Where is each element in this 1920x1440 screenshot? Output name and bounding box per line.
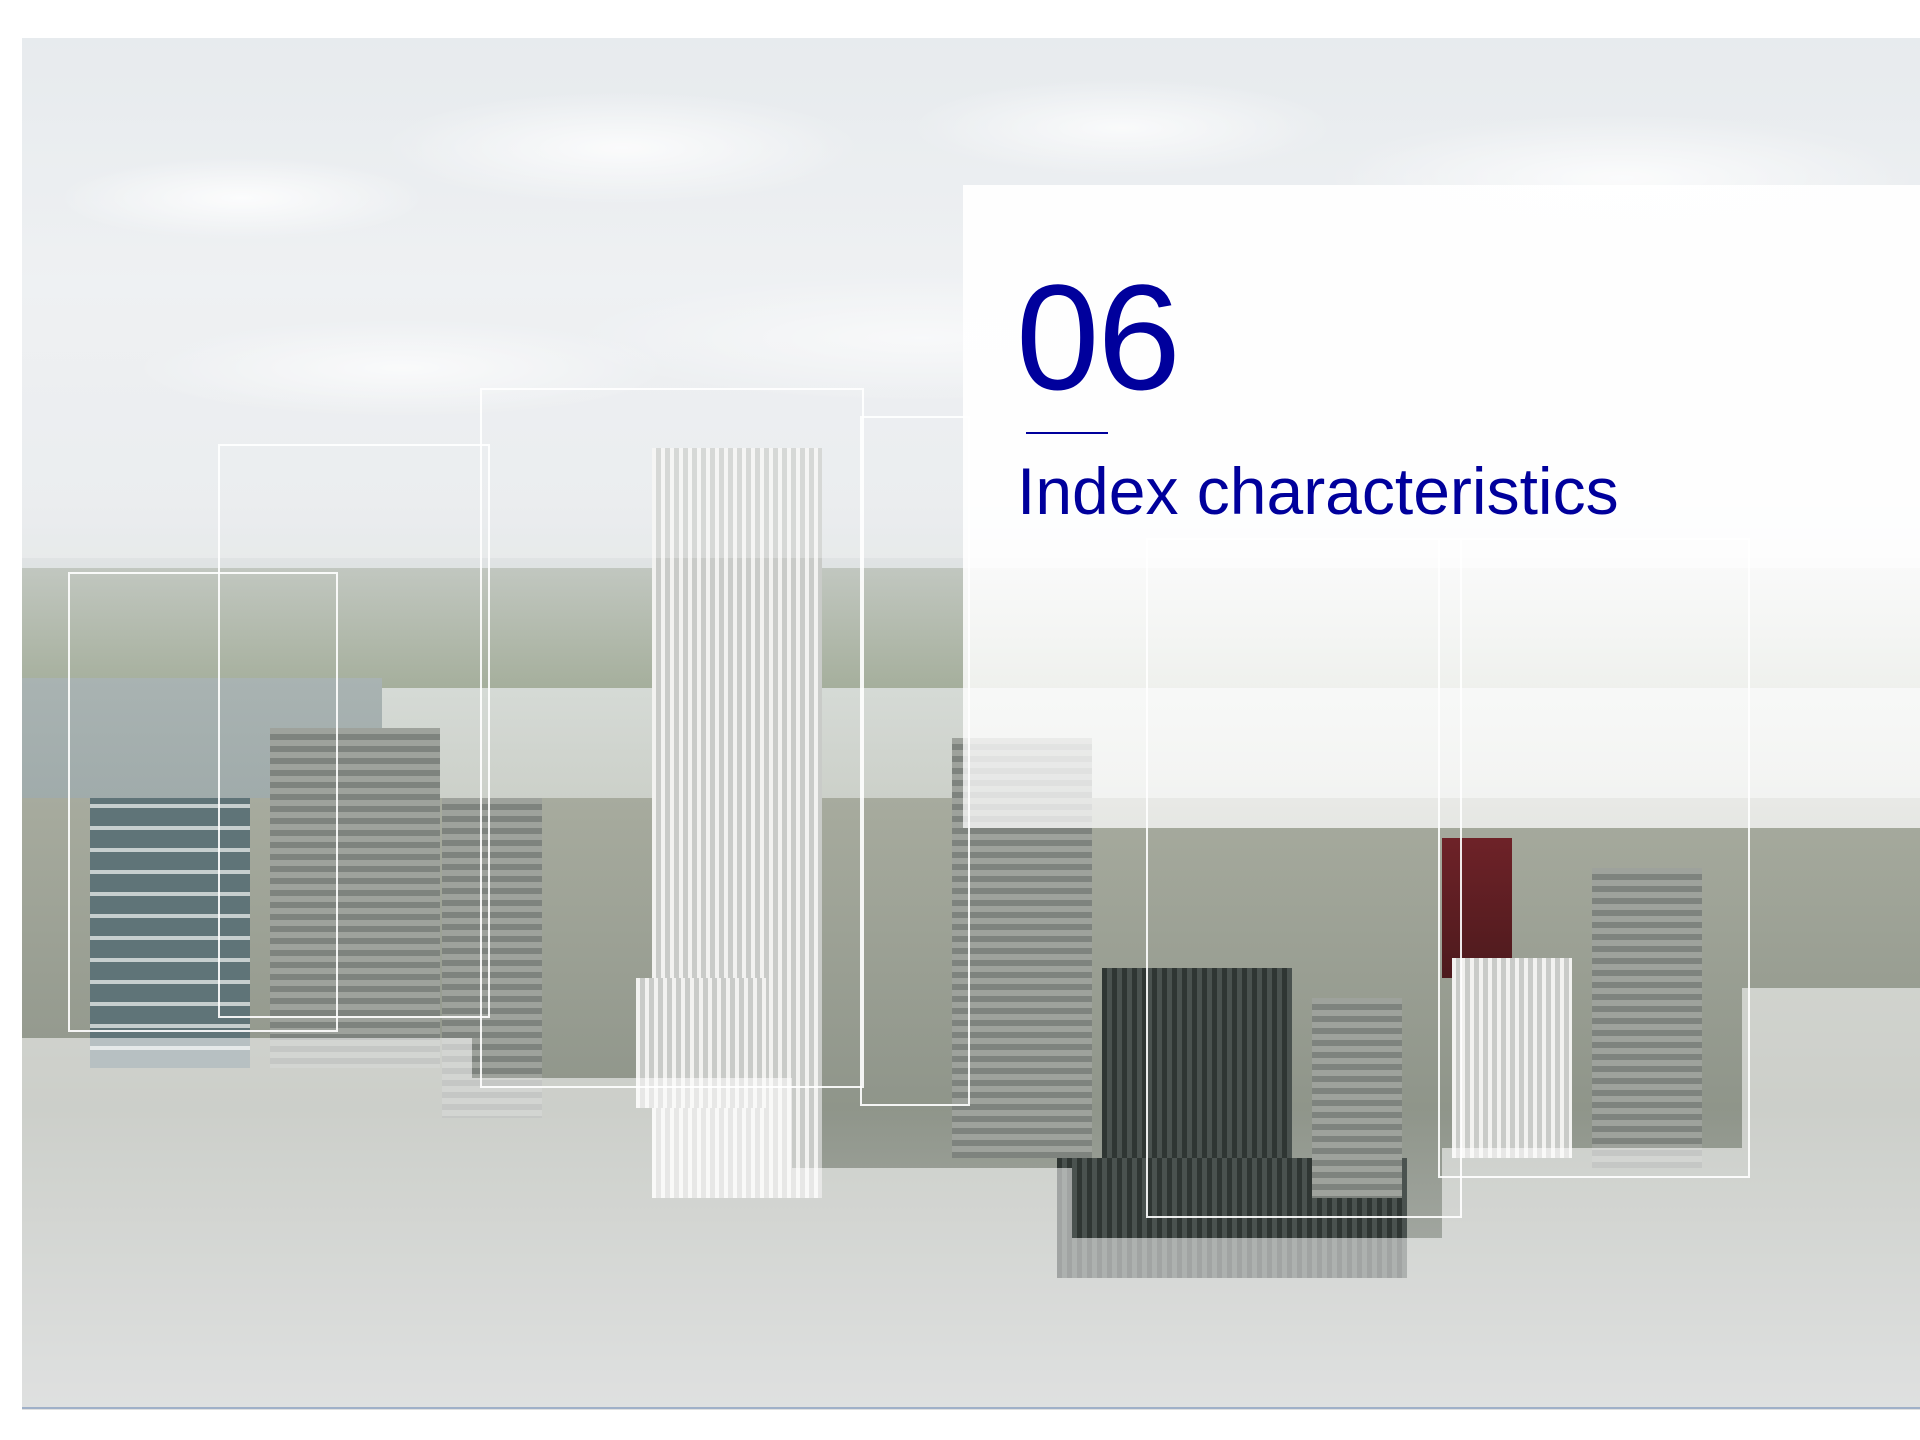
slide: 06 Index characteristics — [0, 0, 1920, 1440]
section-title: Index characteristics — [1017, 454, 1619, 528]
title-divider — [1026, 432, 1108, 434]
photo-frame — [218, 444, 490, 1018]
section-number: 06 — [1016, 253, 1181, 421]
faded-overlay — [1442, 1148, 1742, 1410]
faded-overlay — [472, 1078, 792, 1410]
faded-overlay — [22, 1038, 472, 1410]
photo-frame — [480, 388, 864, 1088]
footer-divider — [22, 1407, 1920, 1409]
photo-frame — [860, 416, 970, 1106]
faded-overlay — [792, 1168, 1072, 1410]
faded-overlay — [1072, 1238, 1442, 1410]
faded-overlay — [1742, 988, 1920, 1410]
